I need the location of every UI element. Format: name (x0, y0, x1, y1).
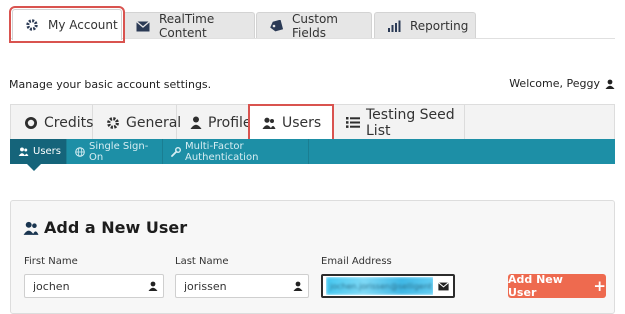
list-icon (346, 116, 360, 129)
user-icon (605, 79, 615, 89)
users-icon (18, 147, 29, 156)
active-subtab-caret (27, 164, 41, 171)
section-tab-bar: Credits General Profile Users Testing Se… (10, 104, 615, 141)
tab-users-label: Users (282, 114, 322, 131)
sub-tab-bar: Users Single Sign-On Multi-Factor Authen… (10, 139, 615, 164)
tab-users[interactable]: Users (248, 104, 334, 141)
subtab-multi-factor-auth[interactable]: Multi-Factor Authentication (163, 139, 309, 164)
tab-realtime-content[interactable]: RealTime Content (123, 12, 255, 40)
tab-reporting[interactable]: Reporting (374, 12, 476, 39)
add-new-user-button[interactable]: Add New User + (508, 273, 606, 299)
tab-general-label: General (126, 114, 182, 131)
welcome-text: Welcome, Peggy (509, 77, 600, 90)
last-name-value: jorissen (184, 279, 227, 293)
last-name-label: Last Name (175, 256, 229, 267)
first-name-label: First Name (24, 256, 78, 267)
tab-testing-seed-list-label: Testing Seed List (366, 106, 455, 139)
add-user-title: Add a New User (23, 218, 187, 237)
subtab-single-sign-on[interactable]: Single Sign-On (67, 139, 163, 164)
tab-credits-label: Credits (44, 114, 94, 131)
page-description: Manage your basic account settings. (9, 78, 212, 91)
tab-credits[interactable]: Credits (11, 105, 93, 140)
tag-icon (269, 19, 283, 33)
user-icon (143, 281, 163, 291)
add-user-panel: Add a New User First Name jochen Last Na… (10, 200, 615, 314)
bar-chart-icon (387, 19, 401, 33)
tab-profile-label: Profile (208, 114, 252, 131)
tab-profile[interactable]: Profile (177, 105, 252, 140)
first-name-value: jochen (33, 279, 70, 293)
subtab-users-label: Users (33, 146, 62, 157)
tab-custom-fields-label: Custom Fields (292, 12, 338, 40)
subtab-single-sign-on-label: Single Sign-On (89, 140, 149, 163)
add-user-title-text: Add a New User (44, 218, 188, 237)
wrench-icon (171, 146, 181, 157)
user-icon (190, 116, 202, 129)
last-name-field[interactable]: jorissen (175, 274, 309, 298)
email-value-wrap: jochen.jorissen@selligent (326, 277, 433, 295)
email-value: jochen.jorissen@selligent (326, 277, 433, 295)
tab-my-account[interactable]: My Account (9, 6, 125, 43)
globe-icon (75, 146, 85, 157)
subtab-users[interactable]: Users (10, 139, 67, 164)
envelope-icon (433, 281, 453, 291)
tab-reporting-label: Reporting (410, 19, 469, 33)
add-new-user-label: Add New User (508, 273, 563, 299)
tab-general[interactable]: General (93, 105, 181, 140)
welcome-user[interactable]: Welcome, Peggy (509, 77, 615, 90)
plus-icon: + (593, 276, 606, 295)
tab-my-account-label: My Account (48, 18, 118, 32)
user-icon (288, 281, 308, 291)
tab-realtime-content-label: RealTime Content (159, 12, 215, 40)
subtab-multi-factor-auth-label: Multi-Factor Authentication (185, 140, 259, 163)
top-tab-bar: My Account RealTime Content Custom Field… (9, 6, 615, 43)
email-field[interactable]: jochen.jorissen@selligent (321, 274, 455, 298)
first-name-field[interactable]: jochen (24, 274, 164, 298)
tab-custom-fields[interactable]: Custom Fields (256, 12, 372, 40)
users-icon (23, 221, 39, 235)
tab-testing-seed-list[interactable]: Testing Seed List (333, 105, 465, 140)
email-label: Email Address (321, 256, 392, 267)
coins-icon (24, 116, 38, 130)
gear-icon (25, 18, 39, 32)
gear-icon (106, 116, 120, 130)
users-icon (262, 117, 276, 129)
envelope-icon (136, 19, 150, 33)
